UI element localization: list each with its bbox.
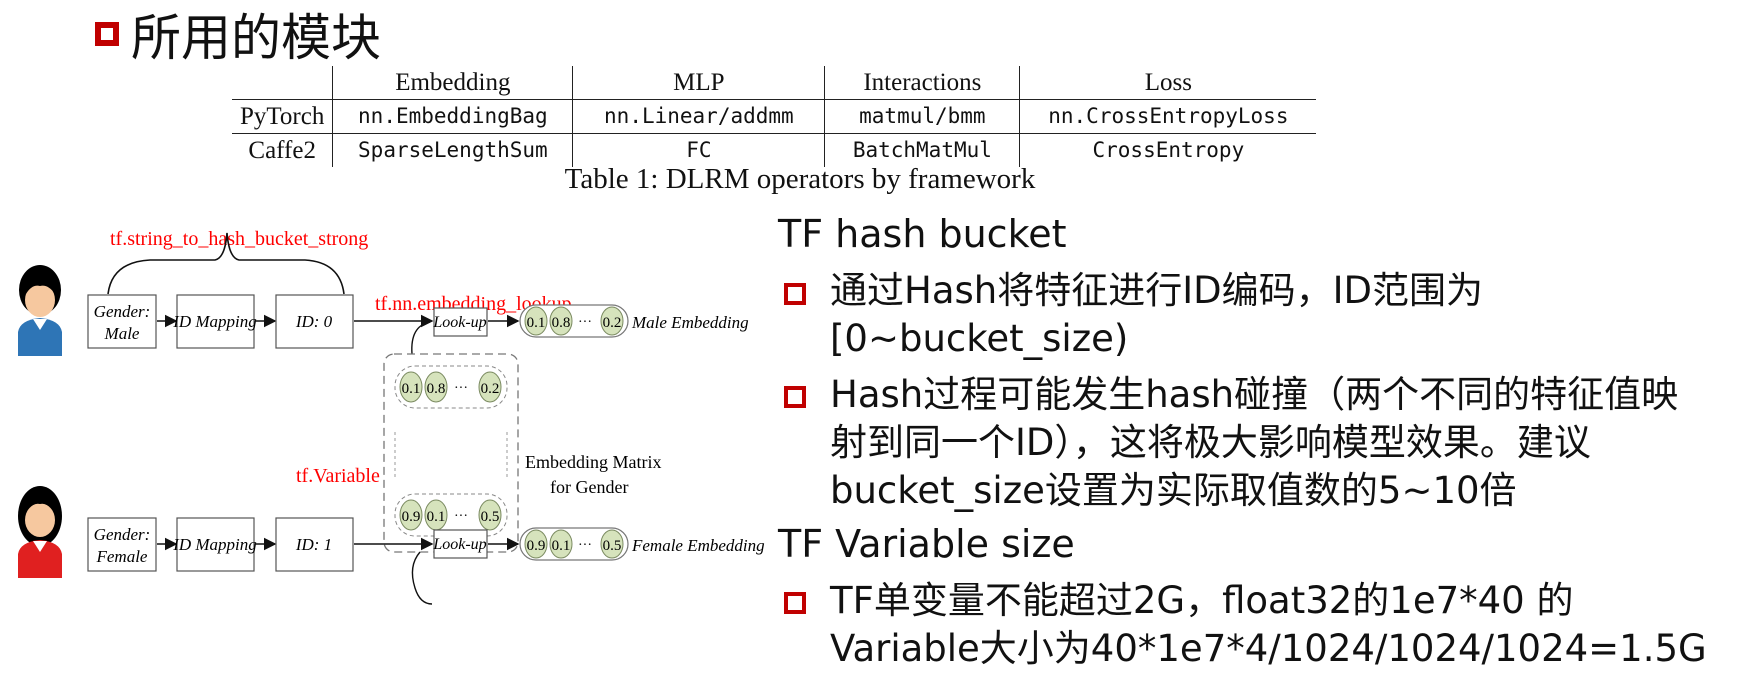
matrix-value: 0.1 [402, 381, 421, 397]
operators-table: Embedding MLP Interactions Loss PyTorch … [232, 66, 1317, 167]
hash-bucket-label: tf.string_to_hash_bucket_strong [110, 228, 368, 250]
bullet2-line3: bucket_size设置为实际取值数的5~10倍 [830, 469, 1517, 512]
page-title-row: 所用的模块 [95, 2, 381, 67]
section-heading-hash-bucket: TF hash bucket [778, 212, 1067, 256]
bullet-square-icon [784, 283, 806, 305]
matrix-value: 0.5 [481, 509, 500, 525]
female-lookup-label: Look-up [432, 536, 486, 553]
bullet-square-icon [784, 386, 806, 408]
female-id-label: ID: 1 [295, 535, 332, 554]
table-header-cell: MLP [572, 66, 825, 100]
ellipsis: ··· [454, 381, 468, 396]
matrix-value: 0.8 [427, 381, 446, 397]
table-header-cell: Embedding [332, 66, 573, 100]
male-embedding-label: Male Embedding [631, 313, 749, 332]
table-header-row: Embedding MLP Interactions Loss [232, 66, 1317, 100]
table-cell: CrossEntropy [1019, 133, 1317, 167]
matrix-label-line1: Embedding Matrix [525, 452, 661, 472]
matrix-value: 0.1 [427, 509, 446, 525]
female-embedding-value: 0.1 [552, 538, 571, 554]
male-id-label: ID: 0 [295, 312, 333, 331]
title-bullet-square-icon [95, 22, 119, 46]
page-title: 所用的模块 [131, 9, 381, 67]
table-cell: PyTorch [232, 99, 333, 134]
table-cell: nn.Linear/addmm [572, 99, 825, 134]
female-feature-line1: Gender: [94, 525, 151, 544]
matrix-value: 0.2 [481, 381, 500, 397]
matrix-value: 0.9 [402, 509, 421, 525]
table-caption: Table 1: DLRM operators by framework [564, 163, 1036, 195]
male-embedding-value: 0.2 [603, 315, 622, 331]
table-cell: BatchMatMul [824, 133, 1020, 167]
section-heading-variable-size: TF Variable size [778, 522, 1075, 566]
bullet2-line1: Hash过程可能发生hash碰撞（两个不同的特征值映 [830, 373, 1679, 416]
table-header-cell: Interactions [824, 66, 1020, 100]
table-row: Caffe2 SparseLengthSum FC BatchMatMul Cr… [232, 133, 1317, 167]
bullet1-line2: [0~bucket_size) [830, 317, 1129, 360]
table-header-cell [232, 66, 333, 100]
bullet1-line1: 通过Hash将特征进行ID编码，ID范围为 [830, 269, 1484, 312]
female-person-icon [18, 486, 62, 578]
table-header-cell: Loss [1019, 66, 1317, 100]
female-embedding-value: 0.9 [527, 538, 546, 554]
female-embedding-label: Female Embedding [631, 536, 765, 555]
table-row: PyTorch nn.EmbeddingBag nn.Linear/addmm … [232, 99, 1317, 134]
bullet3-line2: Variable大小为40*1e7*4/1024/1024/1024=1.5G [830, 627, 1707, 670]
male-id-mapping-label: ID Mapping [172, 312, 257, 331]
male-feature-line1: Gender: [94, 302, 151, 321]
ellipsis: ··· [578, 315, 592, 330]
ellipsis: ··· [578, 538, 592, 553]
male-lookup-label: Look-up [432, 314, 486, 331]
table-cell: matmul/bmm [824, 99, 1020, 134]
male-embedding-value: 0.1 [527, 315, 546, 331]
bullet-square-icon [784, 592, 806, 614]
embedding-diagram: tf.string_to_hash_bucket_strong tf.nn.em… [18, 228, 765, 605]
table-cell: FC [572, 133, 825, 167]
female-id-mapping-label: ID Mapping [172, 535, 257, 554]
bullet3-line1: TF单变量不能超过2G，float32的1e7*40 的 [830, 579, 1574, 622]
table-cell: nn.EmbeddingBag [332, 99, 573, 134]
table-cell: SparseLengthSum [332, 133, 573, 167]
variable-label: tf.Variable [296, 465, 380, 487]
table-cell: nn.CrossEntropyLoss [1019, 99, 1317, 134]
ellipsis: ··· [454, 509, 468, 524]
male-person-icon [18, 265, 62, 356]
bullet2-line2: 射到同一个ID），这将极大影响模型效果。建议 [830, 421, 1591, 464]
female-feature-line2: Female [96, 547, 148, 566]
male-feature-line2: Male [104, 324, 140, 343]
table-cell: Caffe2 [248, 137, 316, 164]
matrix-label-line2: for Gender [550, 477, 628, 497]
male-embedding-value: 0.8 [552, 315, 571, 331]
female-embedding-value: 0.5 [603, 538, 622, 554]
